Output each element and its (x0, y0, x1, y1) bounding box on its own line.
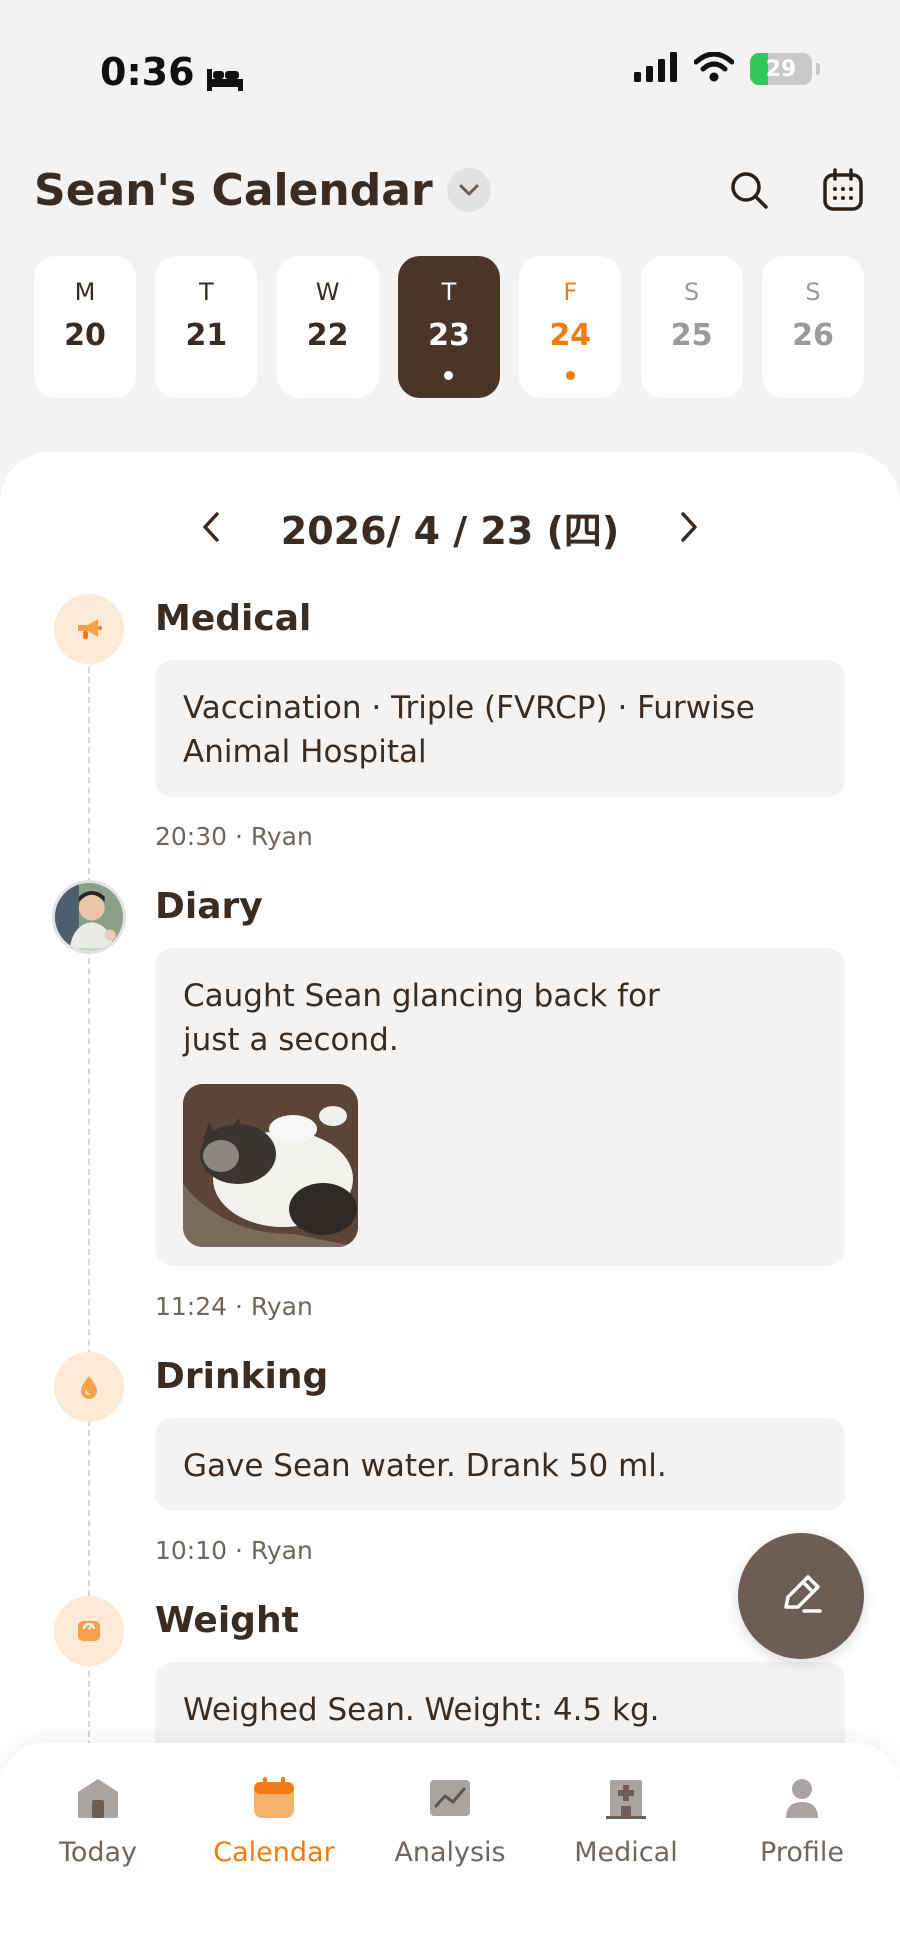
status-time-text: 0:36 (100, 50, 195, 94)
tab-label: Analysis (394, 1837, 506, 1868)
chevron-right-icon[interactable] (669, 507, 709, 547)
day-letter: S (805, 278, 821, 306)
day-letter: W (315, 278, 340, 306)
status-bar: 0:36 29 (0, 0, 900, 150)
entry-card[interactable]: Caught Sean glancing back for just a sec… (155, 948, 845, 1266)
day-letter: T (198, 278, 214, 306)
tab-analysis[interactable]: Analysis (370, 1773, 530, 1957)
entry-card[interactable]: Gave Sean water. Drank 50 ml. (155, 1418, 845, 1511)
tab-profile[interactable]: Profile (722, 1773, 882, 1957)
day-letter: S (684, 278, 700, 306)
entry-text: Weighed Sean. Weight: 4.5 kg. (183, 1692, 660, 1728)
calendar-icon[interactable] (820, 167, 866, 213)
tab-label: Today (58, 1837, 138, 1868)
entry-card[interactable]: Vaccination · Triple (FVRCP) · Furwise A… (155, 660, 845, 797)
battery-level: 29 (765, 56, 797, 82)
search-icon[interactable] (726, 167, 772, 213)
status-time: 0:36 (100, 50, 245, 94)
day-letter: M (74, 278, 96, 306)
day-friday-today[interactable]: F 24 (519, 256, 622, 398)
tab-label: Profile (760, 1837, 844, 1868)
tab-label: Calendar (213, 1837, 335, 1868)
day-number: 23 (428, 318, 470, 353)
day-sunday[interactable]: S 26 (761, 256, 864, 398)
week-strip: M 20 T 21 W 22 T 23 F 24 S 25 S 26 (34, 256, 864, 398)
pencil-icon (776, 1569, 826, 1623)
day-wednesday[interactable]: W 22 (276, 256, 379, 398)
current-date[interactable]: 2026/ 4 / 23 (四) (281, 500, 620, 555)
tab-today[interactable]: Today (18, 1773, 178, 1957)
day-tuesday[interactable]: T 21 (155, 256, 258, 398)
entry-title: Medical (155, 598, 312, 639)
entry-text: Caught Sean glancing back for just a sec… (183, 978, 660, 1058)
person-icon (777, 1773, 827, 1823)
day-number: 22 (306, 318, 349, 353)
water-drop-icon (54, 1352, 124, 1422)
day-letter: T (441, 278, 457, 306)
entry-meta: 10:10 · Ryan (155, 1536, 313, 1565)
entry-meta: 20:30 · Ryan (155, 822, 313, 851)
new-entry-button[interactable] (738, 1533, 864, 1659)
avatar (52, 880, 126, 954)
scale-icon (54, 1596, 124, 1666)
entry-text: Gave Sean water. Drank 50 ml. (183, 1448, 667, 1484)
header: Sean's Calendar (34, 160, 866, 220)
line-chart-icon (425, 1773, 475, 1823)
day-monday[interactable]: M 20 (34, 256, 136, 398)
hospital-icon (601, 1773, 651, 1823)
calendar-icon (249, 1773, 299, 1823)
home-icon (73, 1773, 123, 1823)
day-number: 20 (64, 318, 106, 353)
day-saturday[interactable]: S 25 (640, 256, 743, 398)
timeline-sheet: 2026/ 4 / 23 (四) Medical Vaccination · T… (0, 452, 900, 1957)
day-number: 21 (185, 318, 228, 353)
day-number: 24 (549, 318, 592, 353)
day-letter: F (563, 278, 578, 306)
entry-title: Diary (155, 886, 263, 927)
chevron-left-icon[interactable] (191, 507, 231, 547)
battery-nub (816, 63, 820, 75)
page-title[interactable]: Sean's Calendar (34, 165, 433, 216)
bed-icon (205, 58, 245, 91)
day-number: 26 (792, 318, 834, 353)
tab-bar: Today Calendar Analysis Medical Profile (0, 1743, 900, 1957)
day-thursday-selected[interactable]: T 23 (397, 256, 500, 398)
event-dot (565, 371, 575, 380)
entry-title: Drinking (155, 1356, 329, 1397)
date-navigator: 2026/ 4 / 23 (四) (0, 492, 900, 562)
status-indicators: 29 (634, 51, 820, 86)
day-number: 25 (670, 318, 713, 353)
tab-medical[interactable]: Medical (546, 1773, 706, 1957)
entry-meta: 11:24 · Ryan (155, 1292, 313, 1321)
header-actions (726, 167, 866, 213)
tab-calendar[interactable]: Calendar (194, 1773, 354, 1957)
event-dot (444, 371, 454, 380)
entry-title: Weight (155, 1600, 299, 1641)
tab-label: Medical (574, 1837, 678, 1868)
diary-photo[interactable] (183, 1084, 358, 1247)
chevron-down-icon[interactable] (446, 168, 491, 212)
signal-icon (634, 52, 678, 86)
megaphone-icon (54, 594, 124, 664)
entry-text: Vaccination · Triple (FVRCP) · Furwise A… (183, 690, 755, 770)
battery-icon: 29 (750, 53, 812, 85)
wifi-icon (693, 51, 735, 86)
